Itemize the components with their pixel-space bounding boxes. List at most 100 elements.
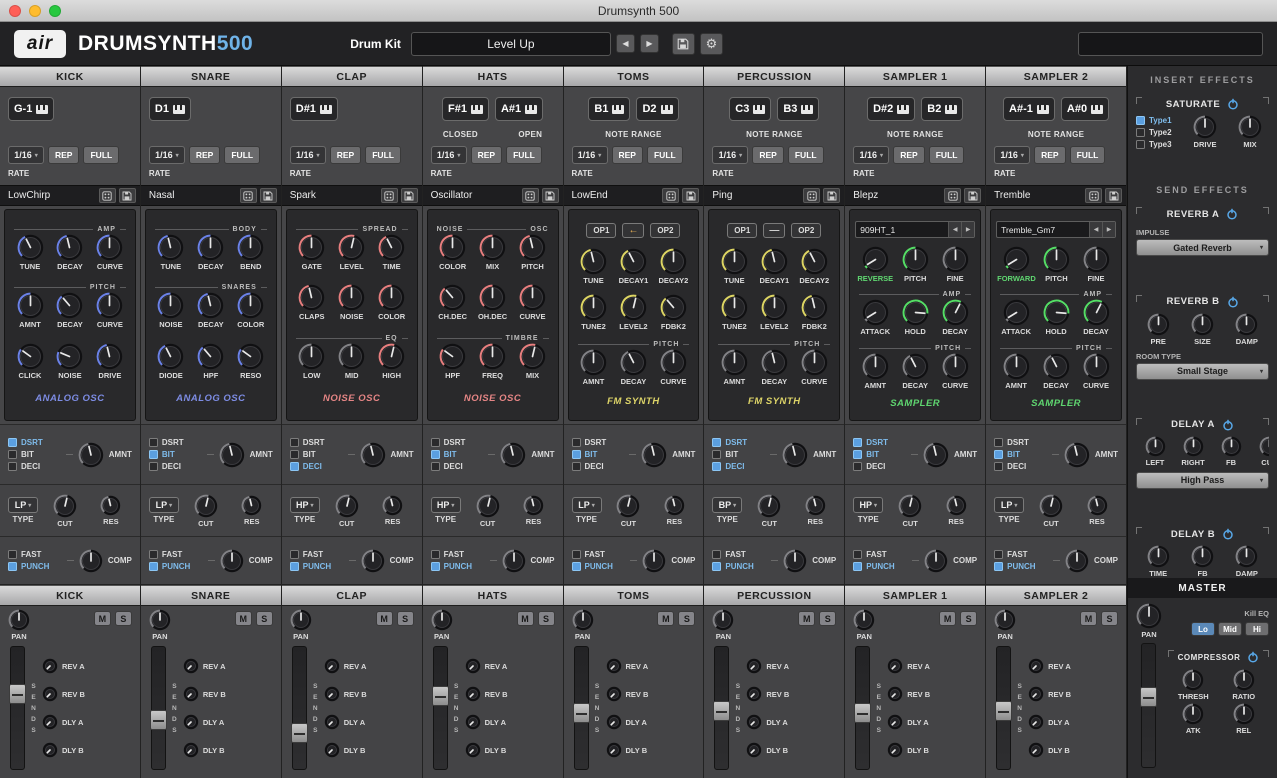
type1-toggle[interactable]: Type1 [1136,116,1186,125]
send-dly-a-knob[interactable] [465,714,481,730]
note-selector[interactable]: C3 [729,97,771,121]
volume-fader[interactable] [10,646,25,770]
send-dly-b-knob[interactable] [183,742,199,758]
type2-toggle[interactable]: Type2 [1136,128,1186,137]
reverb-a-power-icon[interactable] [1226,208,1238,220]
deci-toggle[interactable]: DECI [994,462,1047,471]
preset-save-button[interactable] [401,188,418,203]
amnt-knob[interactable] [17,292,44,319]
filter-type-dropdown[interactable]: HP▾ [290,497,320,513]
note-selector[interactable]: F#1 [442,97,489,121]
solo-button[interactable]: S [819,611,836,626]
mute-button[interactable]: M [939,611,956,626]
send-rev-a-knob[interactable] [42,658,58,674]
bend-knob[interactable] [237,234,264,261]
deci-toggle[interactable]: DECI [149,462,202,471]
res-knob[interactable] [664,495,685,516]
mute-button[interactable]: M [798,611,815,626]
bit-toggle[interactable]: BIT [712,450,765,459]
decay-knob[interactable] [761,349,788,376]
size-knob[interactable] [1191,313,1214,336]
cut-knob[interactable] [194,494,218,518]
fb-knob[interactable] [1221,436,1242,457]
pan-knob[interactable] [431,609,453,631]
dsrt-toggle[interactable]: DSRT [853,438,906,447]
fader-handle[interactable] [9,684,26,704]
time-knob[interactable] [1147,545,1170,568]
rate-dropdown[interactable]: 1/16▾ [712,146,748,164]
punch-toggle[interactable]: PUNCH [994,562,1048,571]
fine-knob[interactable] [942,246,969,273]
tune-knob[interactable] [157,234,184,261]
send-rev-b-knob[interactable] [887,686,903,702]
deci-toggle[interactable]: DECI [8,462,61,471]
decay1-knob[interactable] [620,248,647,275]
preset-save-button[interactable] [1105,188,1122,203]
cut-knob[interactable] [335,494,359,518]
amnt-knob[interactable] [580,349,607,376]
punch-toggle[interactable]: PUNCH [572,562,626,571]
fast-toggle[interactable]: FAST [994,550,1048,559]
drive-knob[interactable] [1193,115,1217,139]
low-knob[interactable] [298,343,325,370]
repeat-button[interactable]: REP [189,146,220,164]
bit-toggle[interactable]: BIT [290,450,343,459]
rate-dropdown[interactable]: 1/16▾ [290,146,326,164]
mix-knob[interactable] [519,343,546,370]
full-button[interactable]: FULL [929,146,965,164]
solo-button[interactable]: S [397,611,414,626]
solo-button[interactable]: S [960,611,977,626]
pan-knob[interactable] [853,609,875,631]
fader-handle[interactable] [573,703,590,723]
kill-eq-mid-button[interactable]: Mid [1218,622,1242,636]
fast-toggle[interactable]: FAST [431,550,485,559]
preset-dice-button[interactable] [240,188,257,203]
send-rev-b-knob[interactable] [606,686,622,702]
solo-button[interactable]: S [256,611,273,626]
deci-toggle[interactable]: DECI [853,462,906,471]
solo-button[interactable]: S [115,611,132,626]
kill-eq-lo-button[interactable]: Lo [1191,622,1215,636]
decay-knob[interactable] [56,292,83,319]
damp-knob[interactable] [1235,545,1258,568]
punch-toggle[interactable]: PUNCH [8,562,62,571]
curve-knob[interactable] [660,349,687,376]
volume-fader[interactable] [855,646,870,770]
distortion-amount-knob[interactable] [500,442,526,468]
rate-dropdown[interactable]: 1/16▾ [431,146,467,164]
preset-save-button[interactable] [823,188,840,203]
full-button[interactable]: FULL [1070,146,1106,164]
res-knob[interactable] [805,495,826,516]
comp-knob[interactable] [220,549,244,573]
bit-toggle[interactable]: BIT [431,450,484,459]
solo-button[interactable]: S [678,611,695,626]
saturate-power-icon[interactable] [1227,98,1239,110]
send-dly-b-knob[interactable] [1028,742,1044,758]
full-button[interactable]: FULL [83,146,119,164]
damp-knob[interactable] [1235,313,1258,336]
curve-knob[interactable] [942,353,969,380]
color-knob[interactable] [237,292,264,319]
send-dly-b-knob[interactable] [42,742,58,758]
kit-save-button[interactable] [672,33,695,55]
note-selector[interactable]: B1 [588,97,630,121]
fb-knob[interactable] [1191,545,1214,568]
kit-preset-display[interactable]: Level Up [411,32,611,56]
comp-knob[interactable] [502,549,526,573]
send-dly-a-knob[interactable] [1028,714,1044,730]
mix-knob[interactable] [1238,115,1262,139]
note-selector[interactable]: G-1 [8,97,54,121]
op2-button[interactable]: OP2 [650,223,680,238]
delay-a-power-icon[interactable] [1222,419,1234,431]
send-dly-a-knob[interactable] [887,714,903,730]
zoom-button[interactable] [49,5,61,17]
fader-handle[interactable] [291,723,308,743]
dsrt-toggle[interactable]: DSRT [431,438,484,447]
cut-knob[interactable] [1259,436,1270,457]
dsrt-toggle[interactable]: DSRT [712,438,765,447]
pan-knob[interactable] [8,609,30,631]
send-rev-a-knob[interactable] [324,658,340,674]
deci-toggle[interactable]: DECI [572,462,625,471]
bit-toggle[interactable]: BIT [572,450,625,459]
distortion-amount-knob[interactable] [360,442,386,468]
